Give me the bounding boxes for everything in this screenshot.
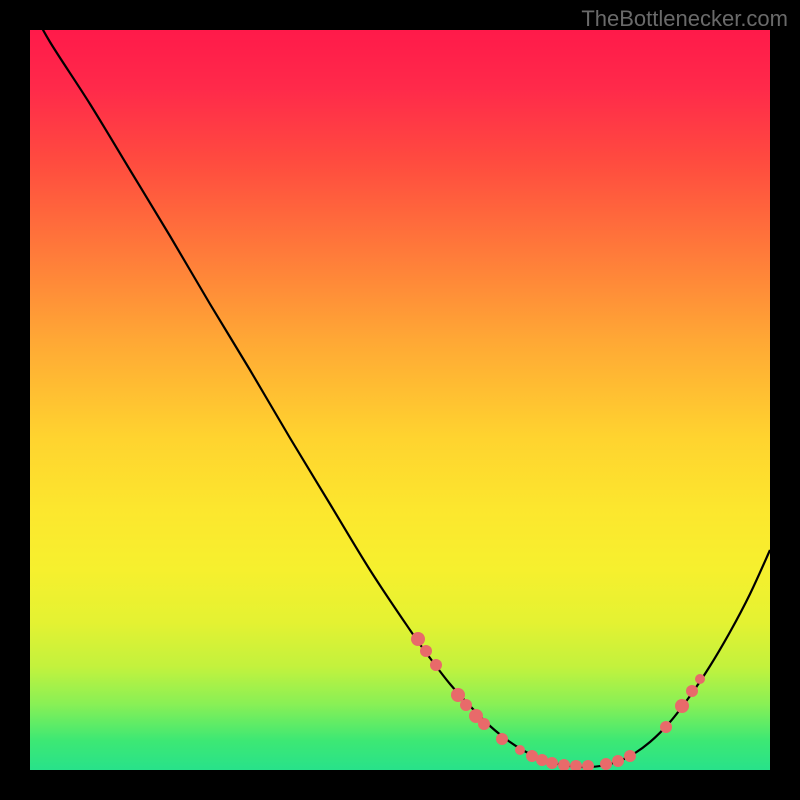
marker-dot — [460, 699, 472, 711]
marker-dot — [582, 760, 594, 770]
marker-dot — [496, 733, 508, 745]
marker-dot — [430, 659, 442, 671]
watermark-text: TheBottlenecker.com — [581, 6, 788, 32]
marker-dot — [558, 759, 570, 770]
curve-line — [30, 30, 770, 767]
marker-dot — [600, 758, 612, 770]
marker-dot — [660, 721, 672, 733]
marker-dot — [546, 757, 558, 769]
marker-dot — [695, 674, 705, 684]
marker-dot — [686, 685, 698, 697]
marker-dot — [411, 632, 425, 646]
marker-dot — [420, 645, 432, 657]
marker-group — [411, 632, 705, 770]
marker-dot — [675, 699, 689, 713]
marker-dot — [612, 755, 624, 767]
chart-svg — [30, 30, 770, 770]
marker-dot — [478, 718, 490, 730]
marker-dot — [570, 760, 582, 770]
marker-dot — [624, 750, 636, 762]
marker-dot — [515, 745, 525, 755]
plot-area — [30, 30, 770, 770]
